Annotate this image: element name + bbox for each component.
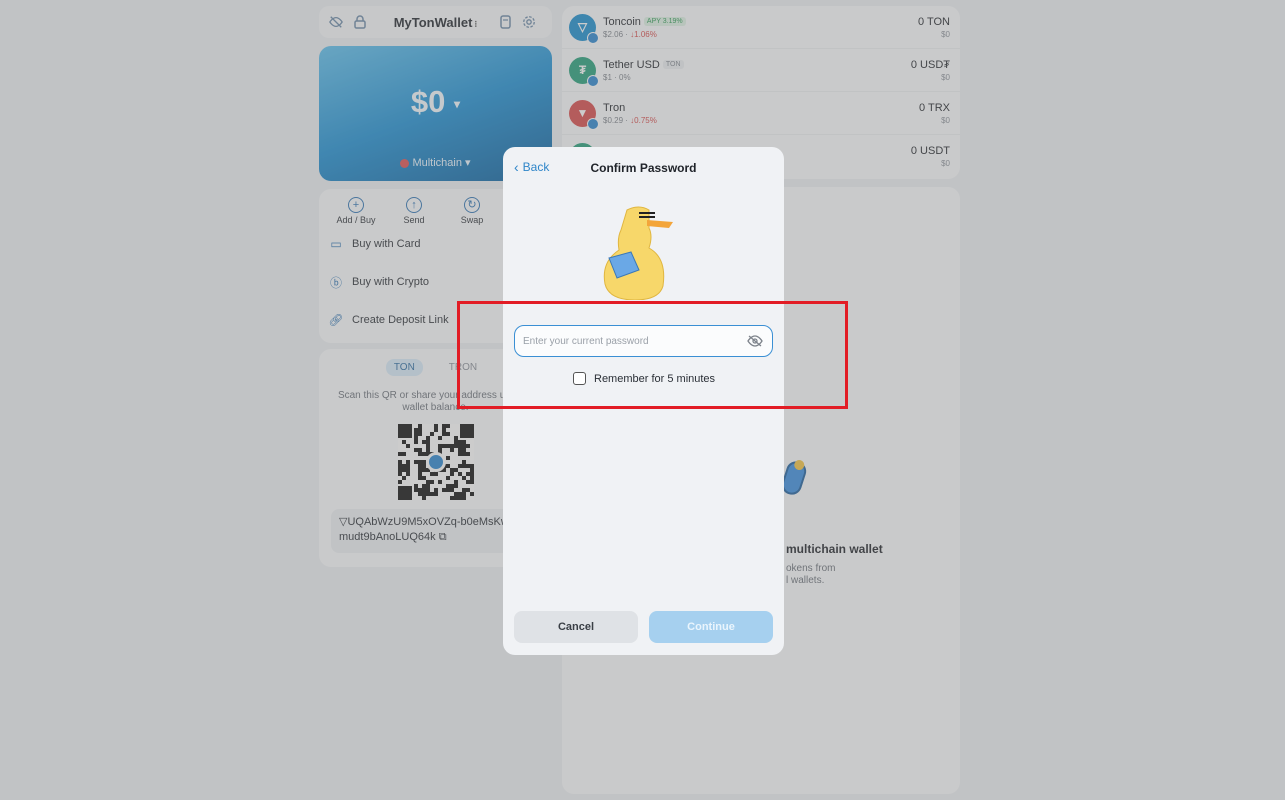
highlight-box: [457, 301, 848, 409]
dialog-header: ‹ Back Confirm Password: [503, 160, 784, 178]
cancel-button[interactable]: Cancel: [514, 611, 638, 643]
continue-button[interactable]: Continue: [649, 611, 773, 643]
dialog-title: Confirm Password: [590, 161, 697, 175]
duck-sticker-icon: [603, 206, 673, 300]
